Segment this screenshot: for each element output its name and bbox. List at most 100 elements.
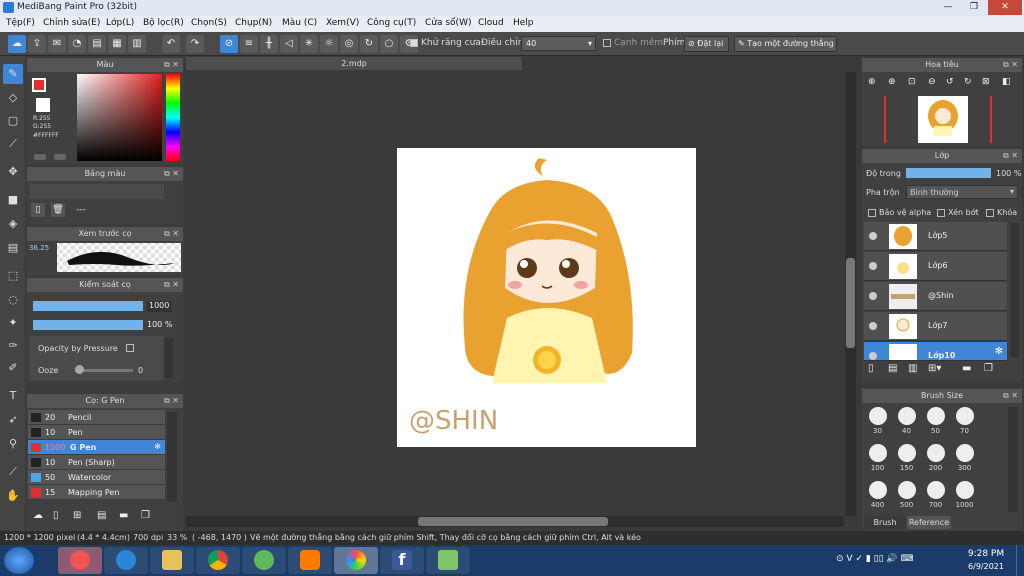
grid-icon[interactable]: ▦	[108, 35, 126, 53]
speech-bubble-icon[interactable]: ◔	[68, 35, 86, 53]
clock-date[interactable]: 6/9/2021	[960, 562, 1012, 571]
radial-line-icon[interactable]: ☼	[320, 35, 338, 53]
brush-item-watercolor[interactable]: 50 Watercolor	[28, 470, 165, 485]
menu-help[interactable]: Help	[513, 18, 534, 28]
menu-tools[interactable]: Công cụ(T)	[367, 18, 416, 28]
duplicate-layer-icon[interactable]: ❐	[984, 363, 993, 374]
taskbar-medibang[interactable]	[334, 547, 378, 574]
layer-list-scrollbar[interactable]	[1010, 223, 1019, 357]
lock-checkbox[interactable]	[986, 208, 994, 217]
layer-row[interactable]: @Shin	[864, 282, 1007, 311]
minimize-button[interactable]: —	[936, 0, 960, 15]
adjust-select[interactable]: 40 ▾	[521, 36, 596, 51]
protect-alpha-checkbox[interactable]	[868, 208, 876, 217]
zoom-in-icon[interactable]: ⊕	[868, 77, 876, 87]
rotate-left-icon[interactable]: ↺	[946, 77, 954, 87]
brush-size-200[interactable]: 200	[924, 444, 947, 472]
color-mode-button[interactable]	[34, 154, 46, 160]
new-brush-icon[interactable]: ▯	[53, 510, 59, 521]
eye-icon[interactable]	[869, 352, 877, 360]
select-pen-tool-icon[interactable]: ✑	[3, 336, 23, 356]
cloud-icon[interactable]: ☁	[8, 35, 26, 53]
brush-opacity-slider[interactable]	[33, 320, 143, 330]
panel-options-icon[interactable]: ⧉ ✕	[1003, 389, 1018, 403]
brush-item-pen-sharp[interactable]: 10 Pen (Sharp)	[28, 455, 165, 470]
divide-tool-icon[interactable]: ⟋	[3, 462, 23, 482]
brush-item-pencil[interactable]: 20 Pencil	[28, 410, 165, 425]
panel-options-icon[interactable]: ⧉ ✕	[164, 58, 179, 72]
brush-item-mapping-pen[interactable]: 15 Mapping Pen	[28, 485, 165, 500]
brush-size-400[interactable]: 400	[866, 481, 889, 509]
reset-view-icon[interactable]: ⊠	[982, 77, 990, 87]
snap-off-icon[interactable]: ⊘	[220, 35, 238, 53]
ooze-slider-handle[interactable]	[75, 365, 84, 374]
brush-size-1000[interactable]: 1000	[953, 481, 976, 509]
new-layer-icon[interactable]: ▯	[868, 363, 874, 374]
clip-checkbox[interactable]	[937, 208, 945, 217]
opacity-pressure-checkbox[interactable]	[126, 344, 134, 352]
layout-icon[interactable]: ▥	[128, 35, 146, 53]
layer-opacity-slider[interactable]	[906, 168, 991, 178]
panel-options-icon[interactable]: ⧉ ✕	[1003, 58, 1018, 72]
soften-checkbox[interactable]	[603, 38, 611, 47]
gear-icon[interactable]: ✻	[995, 346, 1003, 357]
save-icon[interactable]: ▤	[88, 35, 106, 53]
hand-tool-icon[interactable]: ✋	[3, 486, 23, 506]
menu-window[interactable]: Cửa sổ(W)	[425, 18, 471, 28]
brush-size-150[interactable]: 150	[895, 444, 918, 472]
add-brush-cloud-icon[interactable]: ☁	[33, 510, 43, 521]
panel-options-icon[interactable]: ⧉ ✕	[164, 394, 179, 408]
taskbar-media-player[interactable]	[288, 547, 332, 574]
fit-window-icon[interactable]: ⊡	[908, 77, 916, 87]
tab-reference[interactable]: Reference	[907, 516, 951, 529]
close-button[interactable]: ✕	[988, 0, 1022, 15]
menu-color[interactable]: Màu (C)	[282, 18, 317, 28]
document-tab[interactable]: 2.mdp	[186, 57, 522, 70]
taskbar-app-paint[interactable]	[426, 547, 470, 574]
blend-mode-select[interactable]: Bình thường ▾	[906, 185, 1018, 199]
clock-time[interactable]: 9:28 PM	[960, 549, 1012, 559]
horizontal-scroll-thumb[interactable]	[418, 517, 608, 526]
panel-options-icon[interactable]: ⧉ ✕	[1003, 149, 1018, 163]
panel-options-icon[interactable]: ⧉ ✕	[164, 278, 179, 292]
hue-slider[interactable]	[166, 74, 180, 161]
magic-wand-tool-icon[interactable]: ✦	[3, 313, 23, 333]
brush-control-scrollbar[interactable]	[165, 338, 173, 378]
brush-size-300[interactable]: 300	[953, 444, 976, 472]
lasso-tool-icon[interactable]: ◌	[3, 290, 23, 310]
eye-icon[interactable]	[869, 232, 877, 240]
export-icon[interactable]: ⇪	[28, 35, 46, 53]
flip-icon[interactable]: ◧	[1002, 77, 1011, 87]
eye-icon[interactable]	[869, 292, 877, 300]
rotate-right-icon[interactable]: ↻	[964, 77, 972, 87]
new-8bit-layer-icon[interactable]: ▥	[908, 363, 917, 374]
new-palette-icon[interactable]: ▯	[31, 203, 45, 217]
brush-folder-icon[interactable]: ▬	[119, 510, 128, 521]
reset-button[interactable]: ⊘ Đặt lại	[684, 36, 729, 52]
select-eraser-tool-icon[interactable]: ✐	[3, 358, 23, 378]
menu-cloud[interactable]: Cloud	[478, 18, 504, 28]
brush-size-700[interactable]: 700	[924, 481, 947, 509]
brush-size-500[interactable]: 500	[895, 481, 918, 509]
saturation-value-field[interactable]	[77, 74, 162, 161]
trash-icon[interactable]: 🗑	[51, 203, 65, 217]
brush-size-scrollbar[interactable]	[1008, 407, 1018, 512]
tab-brush-size[interactable]: Brush Size	[864, 516, 906, 540]
taskbar-snipping-tool[interactable]	[58, 547, 102, 574]
parallel-snap-icon[interactable]: ≡	[240, 35, 258, 53]
brush-item-g-pen[interactable]: 1000 G Pen ✻	[28, 440, 165, 455]
taskbar-app-green[interactable]	[242, 547, 286, 574]
menu-edit[interactable]: Chỉnh sửa(E)	[43, 18, 100, 28]
vanish-snap-icon[interactable]: ◁	[280, 35, 298, 53]
menu-layer[interactable]: Lớp(L)	[106, 18, 134, 28]
brush-size-50[interactable]: 50	[924, 407, 947, 435]
panel-options-icon[interactable]: ⧉ ✕	[164, 167, 179, 181]
brush-settings-icon[interactable]: ▤	[97, 510, 106, 521]
layer-folder-icon[interactable]: ▬	[962, 363, 971, 374]
menu-capture[interactable]: Chụp(N)	[235, 18, 272, 28]
undo-icon[interactable]: ↶	[162, 35, 180, 53]
brush-size-slider[interactable]	[33, 301, 143, 311]
brush-size-100[interactable]: 100	[866, 444, 889, 472]
taskbar-file-explorer[interactable]	[150, 547, 194, 574]
canvas-horizontal-scrollbar[interactable]	[186, 516, 844, 527]
